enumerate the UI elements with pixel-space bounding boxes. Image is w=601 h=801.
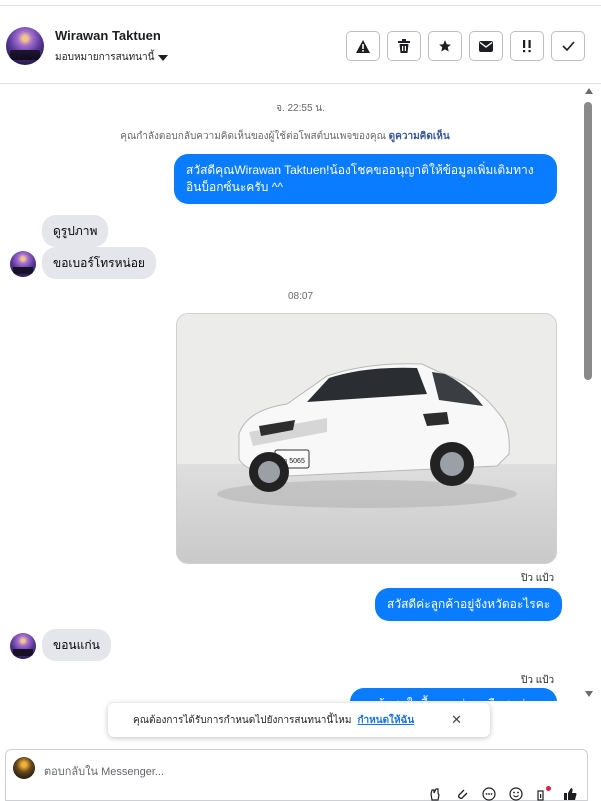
composer-tools	[428, 787, 577, 801]
scroll-up-icon[interactable]	[585, 88, 593, 94]
car-photo: จจ 5065	[177, 314, 556, 563]
timestamp: จ. 22:55 น.	[276, 103, 325, 114]
star-icon	[439, 40, 451, 52]
image-attachment[interactable]: จจ 5065	[176, 313, 557, 564]
message-composer[interactable]: ตอบกลับใน Messenger...	[5, 749, 588, 801]
timestamp: 08:07	[287, 291, 314, 302]
delete-button[interactable]	[387, 31, 421, 61]
flag-icon	[523, 40, 531, 53]
reply-context-notice: คุณกำลังตอบกลับความคิดเห็นของผู้ใช้ต่อโพ…	[0, 129, 570, 144]
avatar	[10, 633, 36, 659]
hand-icon[interactable]	[428, 787, 442, 801]
mark-unread-button[interactable]	[469, 31, 503, 61]
report-spam-button[interactable]	[346, 31, 380, 61]
scrollbar-thumb[interactable]	[584, 102, 592, 380]
paperclip-icon[interactable]	[455, 787, 469, 801]
page-avatar	[13, 757, 35, 779]
assign-dropdown[interactable]: มอบหมายการสนทนานี้	[55, 50, 169, 65]
check-icon	[561, 41, 575, 51]
contact-name[interactable]: Wirawan Taktuen	[55, 28, 161, 43]
envelope-icon	[479, 40, 493, 52]
conversation-header: Wirawan Taktuen มอบหมายการสนทนานี้	[0, 7, 601, 84]
window-top-border	[0, 0, 601, 6]
like-icon[interactable]	[563, 787, 577, 801]
assign-prompt-toast: คุณต้องการได้รับการกำหนดไปยังการสนทนานี้…	[108, 703, 490, 737]
message-incoming[interactable]: ขอนแก่น	[42, 629, 111, 661]
message-thread[interactable]: จ. 22:55 น. คุณกำลังตอบกลับความคิดเห็นขอ…	[0, 85, 601, 701]
notification-dot	[546, 786, 551, 791]
follow-up-button[interactable]	[510, 31, 544, 61]
seen-by-label: ปิว แป้ว	[521, 675, 555, 686]
message-incoming[interactable]: ขอเบอร์โทรหน่อย	[42, 247, 156, 279]
assign-label: มอบหมายการสนทนานี้	[55, 52, 155, 63]
view-comment-link[interactable]: ดูความคิดเห็น	[389, 131, 450, 142]
header-actions	[346, 31, 585, 61]
star-button[interactable]	[428, 31, 462, 61]
message-outgoing[interactable]: สวัสดีคุณWirawan Taktuen!น้องโชคขออนุญาต…	[174, 154, 557, 204]
more-icon[interactable]	[482, 787, 496, 801]
notice-text: คุณกำลังตอบกลับความคิดเห็นของผู้ใช้ต่อโพ…	[120, 131, 386, 142]
scroll-down-icon[interactable]	[585, 691, 593, 697]
message-outgoing[interactable]: สวัสดีค่ะลูกค้าอยู่จังหวัดอะไรคะ	[375, 588, 563, 621]
avatar	[10, 251, 36, 277]
reply-input[interactable]: ตอบกลับใน Messenger...	[44, 762, 164, 780]
trash-icon	[398, 39, 410, 53]
message-incoming[interactable]: ดูรูปภาพ	[42, 215, 109, 247]
scrollbar[interactable]	[582, 88, 594, 700]
emoji-icon[interactable]	[509, 787, 523, 801]
toast-text: คุณต้องการได้รับการกำหนดไปยังการสนทนานี้…	[133, 714, 352, 726]
message-outgoing[interactable]: ลูกค้าสนใจซื้อแบบผ่อนหรือสดค่ะ	[350, 688, 557, 701]
avatar[interactable]	[6, 27, 44, 65]
chevron-down-icon	[158, 54, 169, 61]
mark-done-button[interactable]	[551, 31, 585, 61]
warning-icon	[356, 39, 370, 53]
assign-to-me-link[interactable]: กำหนดให้ฉัน	[357, 713, 414, 728]
close-icon[interactable]: ✕	[451, 712, 462, 728]
seen-by-label: ปิว แป้ว	[521, 573, 555, 584]
